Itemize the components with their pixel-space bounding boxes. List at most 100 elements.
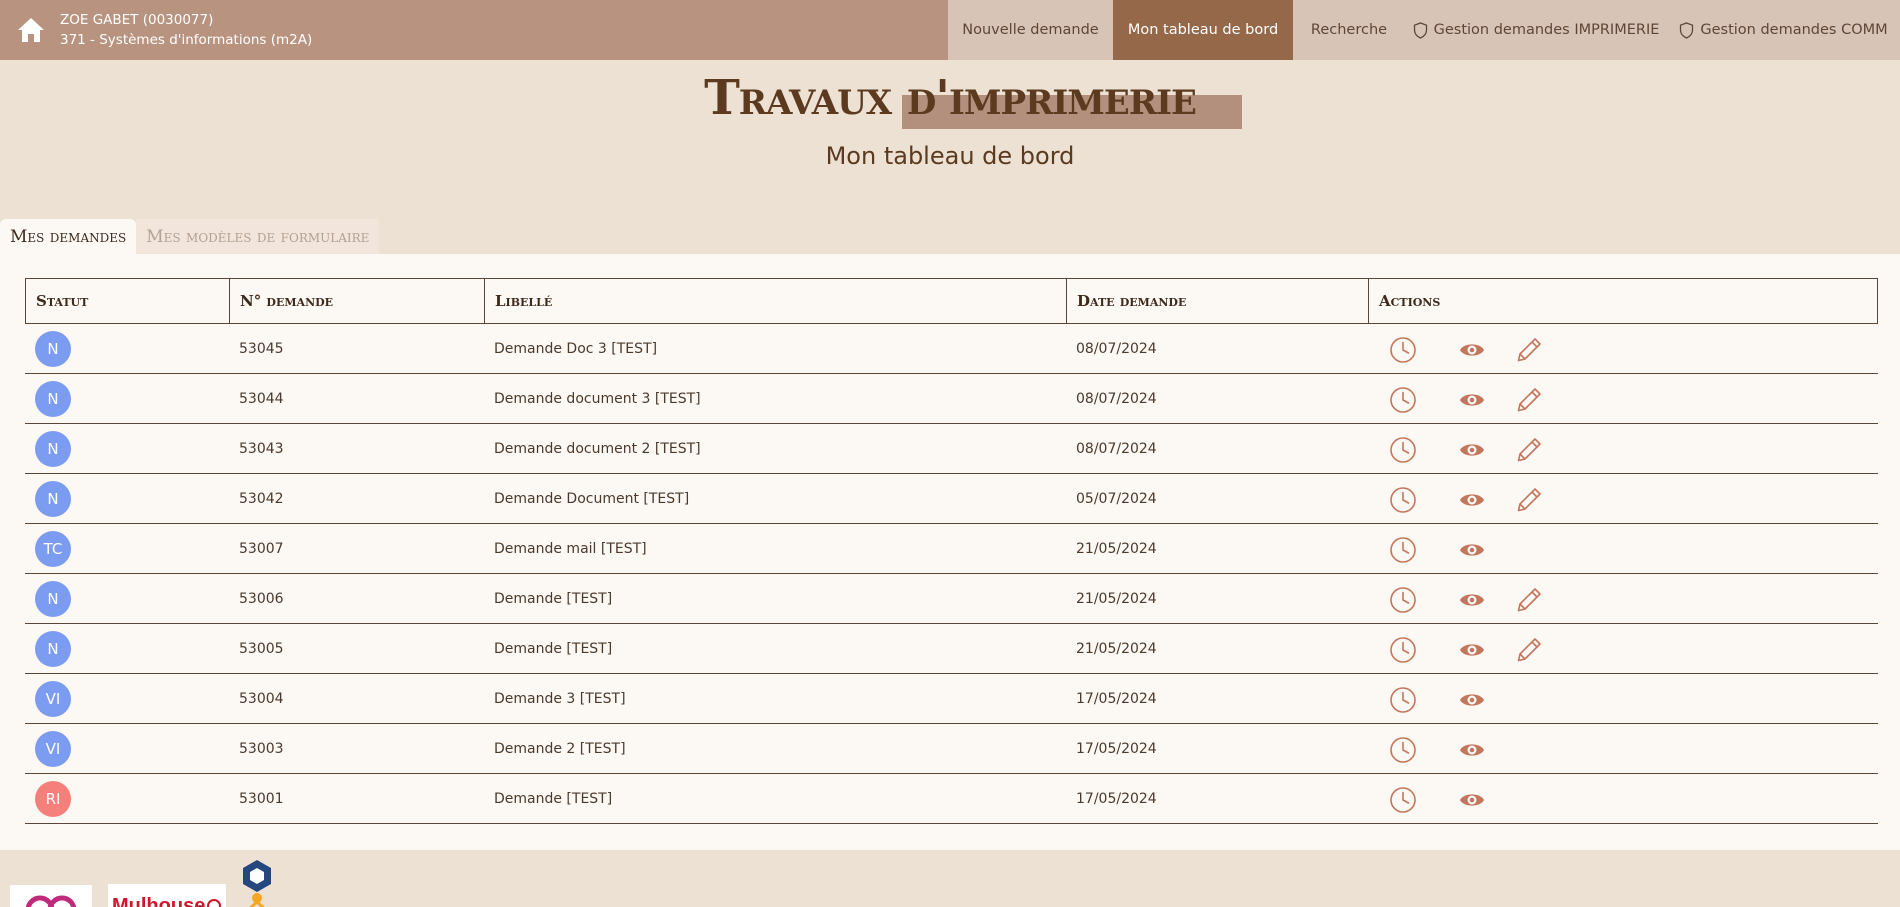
edit-icon[interactable]: [1515, 436, 1543, 464]
table-header: Statut N° demande Libellé Date demande A…: [25, 278, 1878, 324]
history-icon[interactable]: [1389, 336, 1417, 364]
view-icon[interactable]: [1458, 586, 1486, 614]
request-number: 53043: [239, 440, 284, 457]
actions-cell: [1368, 574, 1878, 624]
request-date: 17/05/2024: [1076, 690, 1157, 707]
history-icon[interactable]: [1389, 686, 1417, 714]
request-label: Demande document 2 [TEST]: [494, 440, 701, 457]
request-label: Demande [TEST]: [494, 790, 613, 807]
edit-icon[interactable]: [1515, 486, 1543, 514]
request-label: Demande mail [TEST]: [494, 540, 647, 557]
nav-manage-comm[interactable]: Gestion demandes COMM: [1667, 0, 1900, 60]
table-row[interactable]: N 53043 Demande document 2 [TEST] 08/07/…: [25, 424, 1878, 474]
request-label: Demande 2 [TEST]: [494, 740, 626, 757]
tab-my-requests[interactable]: Mes demandes: [0, 219, 137, 254]
actions-cell: [1368, 674, 1878, 724]
request-number: 53001: [239, 790, 284, 807]
top-bar: ZOE GABET (0030077) 371 - Systèmes d'inf…: [0, 0, 1900, 60]
request-number: 53042: [239, 490, 284, 507]
edit-icon[interactable]: [1515, 336, 1543, 364]
tab-my-form-templates[interactable]: Mes modèles de formulaire: [136, 219, 380, 254]
history-icon[interactable]: [1389, 786, 1417, 814]
view-icon[interactable]: [1458, 486, 1486, 514]
status-cell: VI: [25, 724, 229, 774]
request-number: 53045: [239, 340, 284, 357]
view-icon[interactable]: [1458, 386, 1486, 414]
history-icon[interactable]: [1389, 636, 1417, 664]
status-badge: N: [35, 380, 71, 417]
home-icon[interactable]: [16, 15, 46, 45]
shield-icon: [1413, 21, 1427, 39]
request-label: Demande 3 [TEST]: [494, 690, 626, 707]
view-icon[interactable]: [1458, 636, 1486, 664]
table-row[interactable]: TC 53007 Demande mail [TEST] 21/05/2024: [25, 524, 1878, 574]
request-date: 08/07/2024: [1076, 340, 1157, 357]
table-row[interactable]: N 53044 Demande document 3 [TEST] 08/07/…: [25, 374, 1878, 424]
table-row[interactable]: VI 53003 Demande 2 [TEST] 17/05/2024: [25, 724, 1878, 774]
page-title: Travaux d'imprimerie: [704, 70, 1197, 126]
nav-search[interactable]: Recherche: [1293, 0, 1405, 60]
view-icon[interactable]: [1458, 686, 1486, 714]
view-icon[interactable]: [1458, 536, 1486, 564]
request-number: 53007: [239, 540, 284, 557]
status-badge: TC: [35, 530, 71, 567]
page-header: Travaux d'imprimerie Mon tableau de bord: [0, 60, 1900, 170]
status-badge: VI: [35, 680, 71, 717]
edit-icon[interactable]: [1515, 386, 1543, 414]
partner-logo-mulhouse: Mulhouse: [108, 884, 226, 907]
table-row[interactable]: N 53045 Demande Doc 3 [TEST] 08/07/2024: [25, 324, 1878, 374]
view-icon[interactable]: [1458, 736, 1486, 764]
column-header-number[interactable]: N° demande: [229, 279, 484, 323]
table-row[interactable]: VI 53004 Demande 3 [TEST] 17/05/2024: [25, 674, 1878, 724]
footer: Mulhouse: [0, 850, 1900, 907]
view-icon[interactable]: [1458, 436, 1486, 464]
status-cell: N: [25, 424, 229, 474]
edit-icon[interactable]: [1515, 586, 1543, 614]
main-nav: Nouvelle demande Mon tableau de bord Rec…: [948, 0, 1900, 60]
history-icon[interactable]: [1389, 386, 1417, 414]
brand: ZOE GABET (0030077) 371 - Systèmes d'inf…: [0, 0, 948, 60]
request-label: Demande [TEST]: [494, 640, 613, 657]
actions-cell: [1368, 474, 1878, 524]
column-header-actions: Actions: [1368, 279, 1878, 323]
history-icon[interactable]: [1389, 486, 1417, 514]
column-header-label[interactable]: Libellé: [484, 279, 1066, 323]
column-header-status[interactable]: Statut: [25, 279, 229, 323]
request-date: 05/07/2024: [1076, 490, 1157, 507]
history-icon[interactable]: [1389, 586, 1417, 614]
history-icon[interactable]: [1389, 736, 1417, 764]
column-header-date[interactable]: Date demande: [1066, 279, 1368, 323]
history-icon[interactable]: [1389, 536, 1417, 564]
requests-table: Statut N° demande Libellé Date demande A…: [25, 278, 1878, 824]
status-cell: TC: [25, 524, 229, 574]
view-icon[interactable]: [1458, 786, 1486, 814]
status-cell: VI: [25, 674, 229, 724]
actions-cell: [1368, 424, 1878, 474]
view-icon[interactable]: [1458, 336, 1486, 364]
table-row[interactable]: N 53042 Demande Document [TEST] 05/07/20…: [25, 474, 1878, 524]
request-date: 21/05/2024: [1076, 590, 1157, 607]
tab-bar: Mes demandes Mes modèles de formulaire: [0, 219, 380, 254]
request-label: Demande [TEST]: [494, 590, 613, 607]
table-row[interactable]: RI 53001 Demande [TEST] 17/05/2024: [25, 774, 1878, 824]
table-row[interactable]: N 53006 Demande [TEST] 21/05/2024: [25, 574, 1878, 624]
status-badge: N: [35, 630, 71, 667]
actions-cell: [1368, 524, 1878, 574]
table-row[interactable]: N 53005 Demande [TEST] 21/05/2024: [25, 624, 1878, 674]
actions-cell: [1368, 624, 1878, 674]
nav-manage-printing[interactable]: Gestion demandes IMPRIMERIE: [1405, 0, 1667, 60]
actions-cell: [1368, 374, 1878, 424]
nav-new-request[interactable]: Nouvelle demande: [948, 0, 1113, 60]
svg-text:Mulhouse: Mulhouse: [112, 895, 205, 907]
request-date: 08/07/2024: [1076, 390, 1157, 407]
request-date: 08/07/2024: [1076, 440, 1157, 457]
history-icon[interactable]: [1389, 436, 1417, 464]
actions-cell: [1368, 774, 1878, 824]
actions-cell: [1368, 324, 1878, 374]
request-number: 53006: [239, 590, 284, 607]
edit-icon[interactable]: [1515, 636, 1543, 664]
requests-panel: Statut N° demande Libellé Date demande A…: [0, 254, 1900, 850]
status-cell: N: [25, 374, 229, 424]
nav-dashboard[interactable]: Mon tableau de bord: [1113, 0, 1293, 60]
status-badge: VI: [35, 730, 71, 767]
